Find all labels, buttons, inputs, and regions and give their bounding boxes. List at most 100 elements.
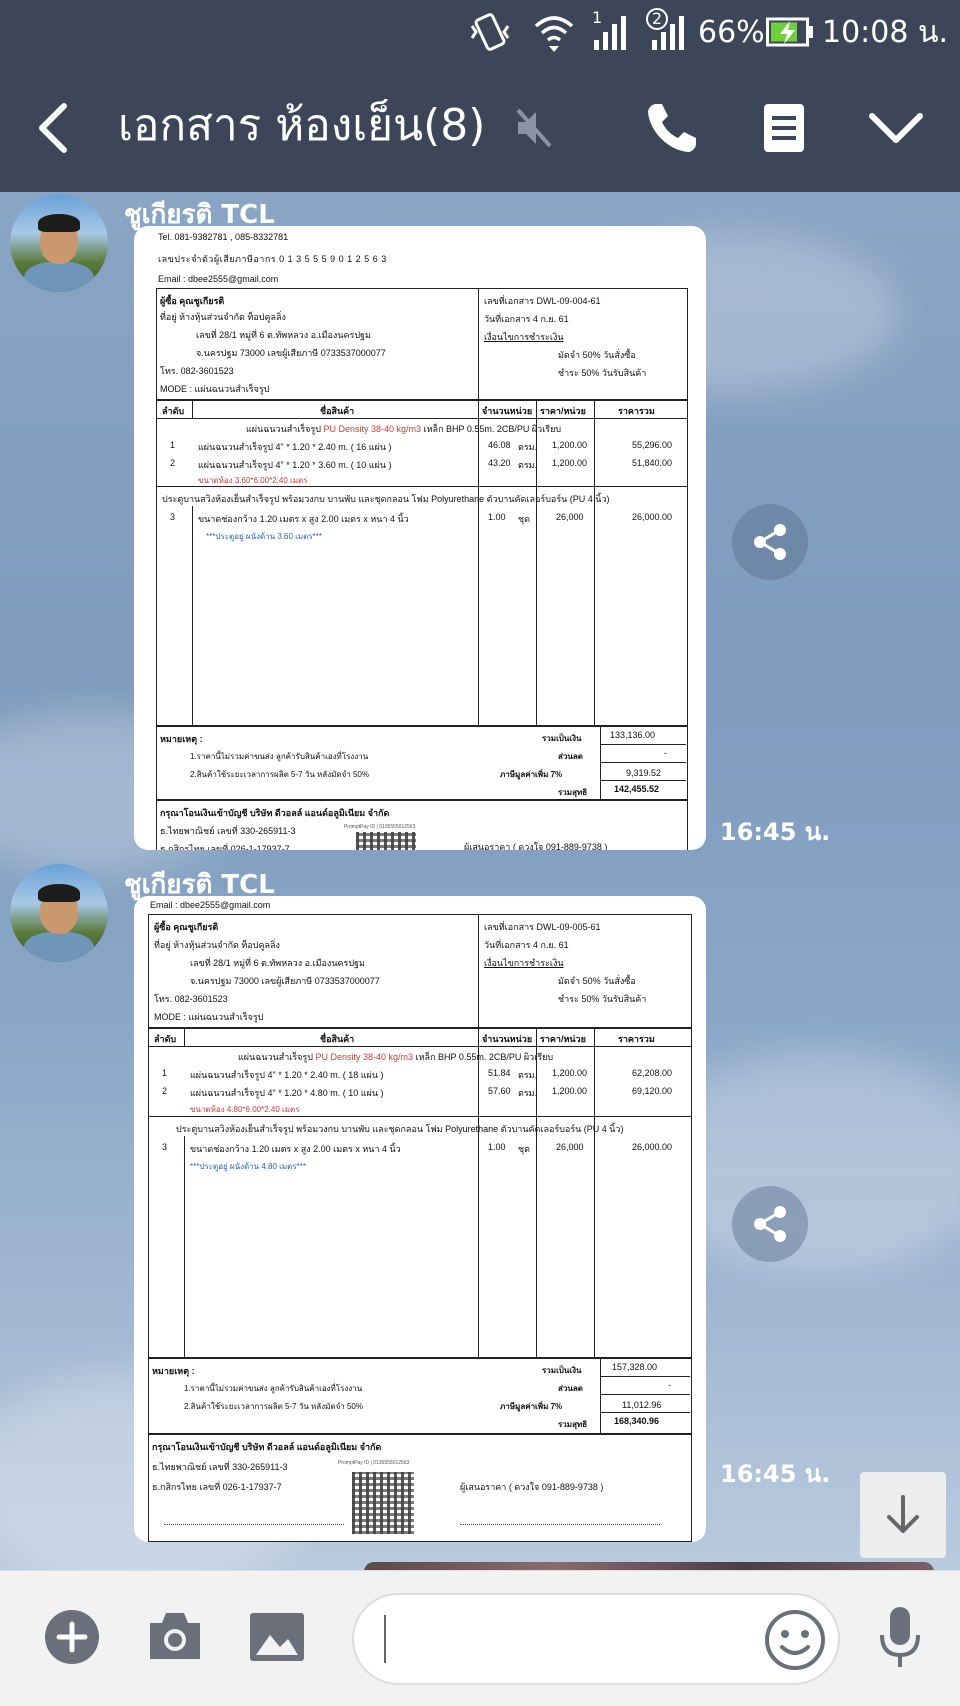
chevron-down-icon[interactable] — [866, 108, 926, 148]
input-bar — [0, 1570, 960, 1706]
col-item: ชื่อสินค้า — [320, 1034, 355, 1044]
door-group-title: ประตูบานสวิงห้องเย็นสำเร็จรูป พร้อมวงกบ … — [176, 1124, 624, 1134]
doc-phone: โทร. 082-3601523 — [160, 366, 234, 376]
avatar[interactable] — [10, 864, 108, 962]
vat-label: ภาษีมูลค่าเพิ่ม 7% — [500, 1402, 563, 1411]
row-item: ขนาดช่องกว้าง 1.20 เมตร x สูง 2.00 เมตร … — [198, 514, 409, 524]
net-label: รวมสุทธิ — [558, 788, 588, 797]
row-price: 1,200.00 — [552, 1086, 588, 1096]
wifi-icon — [532, 12, 578, 52]
row-total: 26,000.00 — [632, 512, 673, 522]
net-value: 168,340.96 — [614, 1416, 660, 1426]
doc-phone: โทร. 082-3601523 — [154, 994, 228, 1004]
notes-icon[interactable] — [760, 100, 808, 156]
emoji-icon[interactable] — [764, 1609, 826, 1671]
share-icon[interactable] — [732, 504, 808, 580]
net-value: 142,455.52 — [614, 784, 660, 794]
vat-label: ภาษีมูลค่าเพิ่ม 7% — [500, 770, 563, 779]
row-no: 1 — [162, 1068, 168, 1078]
status-bar: 1 2 66% 10:08 น. — [0, 0, 960, 64]
doc-payment-title: เงื่อนไขการชำระเงิน — [484, 332, 564, 342]
doc-address-2: จ.นครปฐม 73000 เลขผู้เสียภาษี 0733537000… — [190, 976, 380, 986]
col-qty: จำนวนหน่วย — [482, 406, 533, 416]
remark-1: 1.ราคานี้ไม่รวมค่าขนส่ง ลูกค้ารับสินค้าเ… — [190, 752, 369, 761]
sum-value: 133,136.00 — [610, 730, 656, 740]
signer: ผู้เสนอราคา ( ดวงใจ 091-889-9738 ) — [464, 842, 608, 850]
plus-icon[interactable] — [44, 1609, 100, 1665]
totals-box — [156, 726, 688, 800]
row-total: 69,120.00 — [632, 1086, 673, 1096]
doc-mode: MODE : แผ่นฉนวนสำเร็จรูป — [154, 1012, 264, 1022]
back-icon[interactable] — [30, 98, 74, 158]
row-price: 1,200.00 — [552, 1068, 588, 1078]
row-item: แผ่นฉนวนสำเร็จรูป 4" * 1.20 * 2.40 m. ( … — [190, 1070, 384, 1080]
image-icon[interactable] — [248, 1611, 306, 1663]
phone-icon[interactable] — [644, 100, 700, 156]
row-no: 2 — [162, 1086, 168, 1096]
doc-payment-title: เงื่อนไขการชำระเงิน — [484, 958, 564, 968]
doc-address-2: จ.นครปฐม 73000 เลขผู้เสียภาษี 0733537000… — [196, 348, 386, 358]
doc-payment-2: ชำระ 50% วันรับสินค้า — [558, 368, 647, 378]
doc-mode: MODE : แผ่นฉนวนสำเร็จรูป — [160, 384, 270, 394]
row-item: แผ่นฉนวนสำเร็จรูป 4" * 1.20 * 2.40 m. ( … — [198, 442, 392, 452]
row-total: 51,840.00 — [632, 458, 673, 468]
doc-payment-2: ชำระ 50% วันรับสินค้า — [558, 994, 647, 1004]
doc-tel: Tel. 081-9382781 , 085-8332781 — [158, 232, 289, 242]
image-attachment[interactable]: Tel. 081-9382781 , 085-8332781 เลขประจำต… — [134, 226, 706, 850]
doc-number: เลขที่เอกสาร DWL-09-005-61 — [484, 922, 601, 932]
discount-label: ส่วนลด — [558, 1384, 583, 1393]
bank-account-1: ธ.ไทยพาณิชย์ เลขที่ 330-265911-3 — [160, 826, 296, 836]
bank-title: กรุณาโอนเงินเข้าบัญชี บริษัท ดีวอลล์ แอน… — [160, 808, 390, 818]
message-input-container[interactable] — [352, 1593, 840, 1685]
arrow-down-icon[interactable] — [860, 1472, 946, 1558]
doc-payment-1: มัดจำ 50% วันสั่งซื้อ — [558, 976, 636, 986]
vibrate-icon — [468, 12, 516, 52]
doc-payment-1: มัดจำ 50% วันสั่งซื้อ — [558, 350, 636, 360]
qr-code-icon — [356, 832, 416, 850]
row-item: แผ่นฉนวนสำเร็จรูป 4" * 1.20 * 3.60 m. ( … — [198, 460, 392, 470]
doc-address: ที่อยู่ ห้างหุ้นส่วนจำกัด ท็อปคูลลิ่ง — [154, 940, 280, 950]
row-price: 26,000 — [556, 1142, 584, 1152]
col-total: ราคารวม — [618, 406, 655, 416]
remark-2: 2.สินค้าใช้ระยะเวลาการผลิต 5-7 วัน หลังม… — [184, 1402, 363, 1411]
discount-label: ส่วนลด — [558, 752, 583, 761]
signal-icon: 2 — [644, 8, 692, 52]
row-qty: 57.60 — [488, 1086, 511, 1096]
col-price: ราคา/หน่วย — [540, 1034, 586, 1044]
message-time: 16:45 น. — [720, 818, 831, 846]
avatar[interactable] — [10, 194, 108, 292]
sim2-label: 2 — [646, 8, 668, 30]
sum-label: รวมเป็นเงิน — [542, 734, 582, 743]
microphone-icon[interactable] — [876, 1605, 924, 1671]
row-unit: ตรม. — [518, 1070, 538, 1080]
door-note: ***ประตูอยู่ ผนังด้าน 3.60 เมตร*** — [206, 532, 322, 541]
row-no: 2 — [170, 458, 176, 468]
chat-title[interactable]: เอกสาร ห้องเย็น(8) — [118, 94, 485, 158]
bank-account-2: ธ.กสิกรไทย เลขที่ 026-1-17937-7 — [152, 1482, 282, 1492]
sum-value: 157,328.00 — [612, 1362, 658, 1372]
share-icon[interactable] — [732, 1186, 808, 1262]
doc-email: Email : dbee2555@gmail.com — [150, 900, 271, 910]
row-item: ขนาดช่องกว้าง 1.20 เมตร x สูง 2.00 เมตร … — [190, 1144, 401, 1154]
bank-account-1: ธ.ไทยพาณิชย์ เลขที่ 330-265911-3 — [152, 1462, 288, 1472]
discount-value: - — [664, 748, 667, 758]
size-note: ขนาดห้อง 3.60*6.00*2.40 เมตร — [198, 476, 308, 485]
remark-label: หมายเหตุ : — [160, 734, 203, 744]
camera-icon[interactable] — [146, 1609, 204, 1663]
row-unit: ชุด — [518, 514, 530, 524]
col-item: ชื่อสินค้า — [320, 406, 355, 416]
battery-percent: 66% — [698, 14, 765, 50]
sim1-label: 1 — [592, 8, 603, 27]
message-input[interactable] — [384, 1615, 744, 1663]
totals-box — [148, 1358, 692, 1434]
doc-tax-id: เลขประจำตัวผู้เสียภาษีอากร 0 1 3 5 5 5 9… — [158, 254, 387, 264]
image-attachment[interactable]: Email : dbee2555@gmail.com ผู้ซื้อ คุณชู… — [134, 896, 706, 1542]
doc-date: วันที่เอกสาร 4 ก.ย. 61 — [484, 314, 569, 324]
row-price: 26,000 — [556, 512, 584, 522]
doc-address-1: เลขที่ 28/1 หมู่ที่ 6 ต.ทัพหลวง อ.เมืองน… — [196, 330, 371, 340]
chat-area[interactable]: ชูเกียรติ TCL Tel. 081-9382781 , 085-833… — [0, 192, 960, 1570]
signal-icon: 1 — [590, 8, 638, 52]
row-item: แผ่นฉนวนสำเร็จรูป 4" * 1.20 * 4.80 m. ( … — [190, 1088, 384, 1098]
row-qty: 51.84 — [488, 1068, 511, 1078]
qr-code-icon — [352, 1472, 414, 1534]
